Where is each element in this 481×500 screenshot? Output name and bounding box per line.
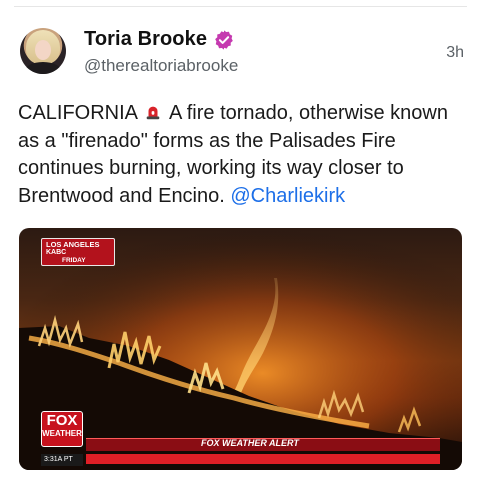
post-video[interactable]: LOS ANGELES KABC FRIDAY FOX WEATHER FOX … bbox=[19, 228, 462, 470]
logo-bottom: WEATHER bbox=[42, 429, 82, 438]
author-handle[interactable]: @therealtoriabrooke bbox=[84, 56, 238, 76]
location-badge: LOS ANGELES KABC FRIDAY bbox=[41, 238, 115, 266]
avatar-body bbox=[24, 62, 62, 74]
verified-badge-icon bbox=[215, 29, 233, 50]
avatar[interactable] bbox=[20, 28, 66, 74]
top-divider bbox=[14, 6, 467, 7]
location-city: LOS ANGELES bbox=[46, 240, 100, 249]
news-ticker bbox=[86, 454, 440, 464]
author-row: Toria Brooke bbox=[84, 28, 235, 51]
fox-weather-logo: FOX WEATHER bbox=[41, 411, 83, 447]
post-text: CALIFORNIA A fire tornado, otherwise kno… bbox=[18, 100, 466, 210]
location-station: KABC bbox=[46, 249, 67, 256]
post-timestamp[interactable]: 3h bbox=[446, 44, 464, 62]
post-header: Toria Brooke @therealtoriabrooke 3h bbox=[18, 26, 468, 78]
location-day: FRIDAY bbox=[62, 257, 86, 264]
broadcast-clock: 3:31A PT bbox=[41, 454, 83, 466]
alert-label: FOX WEATHER ALERT bbox=[201, 438, 299, 448]
bottom-edge bbox=[0, 492, 481, 500]
author-name[interactable]: Toria Brooke bbox=[84, 28, 207, 51]
avatar-face bbox=[35, 40, 51, 60]
mention-link[interactable]: @Charliekirk bbox=[230, 185, 345, 207]
logo-top: FOX bbox=[46, 412, 78, 429]
post-text-location: CALIFORNIA bbox=[18, 102, 137, 124]
siren-icon bbox=[147, 106, 160, 120]
